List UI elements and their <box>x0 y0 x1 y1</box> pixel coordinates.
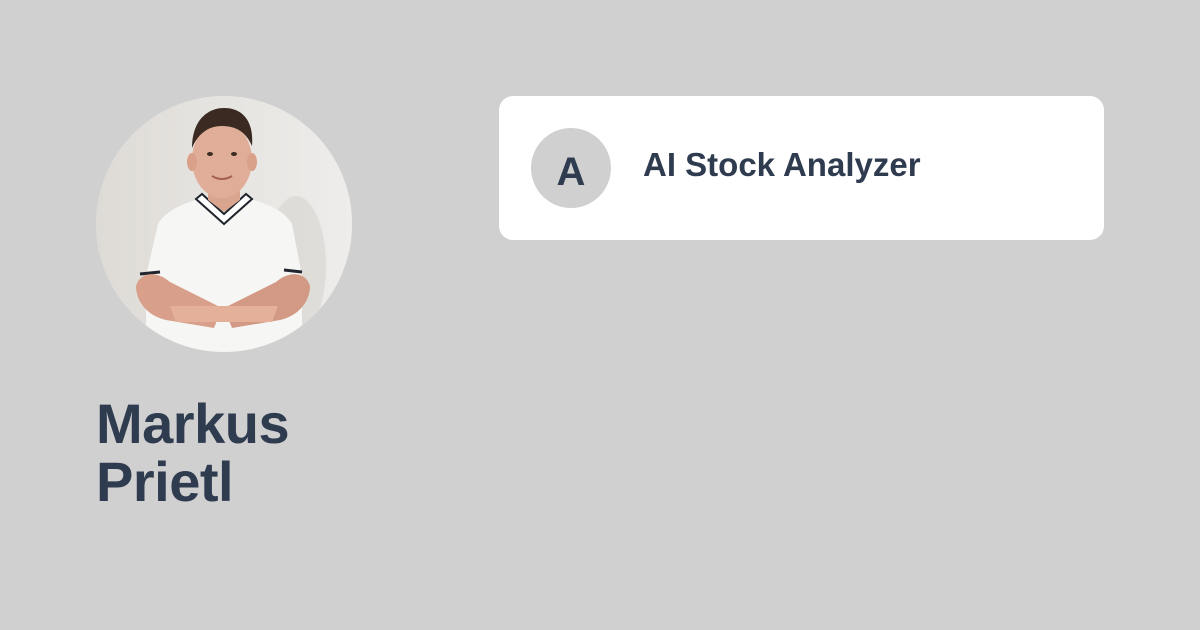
project-title: AI Stock Analyzer <box>643 146 921 183</box>
author-photo <box>96 96 352 352</box>
author-name: Markus Prietl <box>96 395 416 511</box>
author-avatar <box>96 96 352 352</box>
project-card[interactable]: A AI Stock Analyzer <box>499 96 1104 240</box>
author-first-name: Markus <box>96 392 290 455</box>
author-last-name: Prietl <box>96 450 234 513</box>
project-initial-badge: A <box>531 128 611 208</box>
